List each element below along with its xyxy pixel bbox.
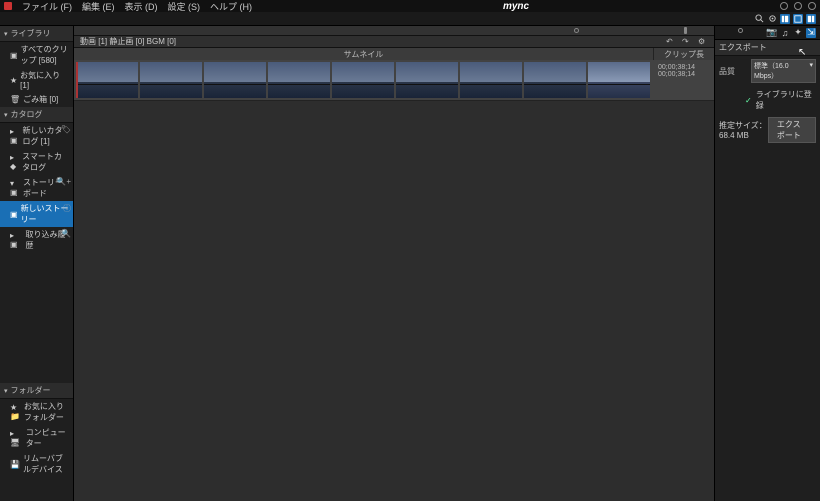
empty-area <box>74 101 714 501</box>
sidebar-trash[interactable]: 🗑ごみ箱 [0] <box>0 92 73 107</box>
quality-label: 品質 <box>719 66 747 77</box>
minimize-button[interactable] <box>780 2 788 10</box>
tag-icon[interactable]: 🏷 <box>61 125 71 134</box>
app-icon <box>4 2 12 10</box>
sidebar-storyboard[interactable]: ▾ ▣ストーリーボード🔍+ <box>0 175 73 201</box>
cliplen-column-header: クリップ長 <box>654 48 714 60</box>
redo-icon[interactable]: ↷ <box>682 37 692 47</box>
sidebar-folder-header[interactable]: フォルダー <box>0 383 73 399</box>
menu-edit[interactable]: 編集 (E) <box>82 0 115 13</box>
sidebar-new-catalog[interactable]: ▸ ▣新しいカタログ [1]🏷 <box>0 123 73 149</box>
menu-view[interactable]: 表示 (D) <box>125 0 158 13</box>
estimated-size: 推定サイズ：68.4 MB <box>719 120 768 140</box>
sidebar-smart-catalog[interactable]: ▸ ◆スマートカタログ <box>0 149 73 175</box>
sidebar-new-story[interactable]: ▣新しいストーリーⓘ <box>0 201 73 227</box>
menu-file[interactable]: ファイル (F) <box>22 0 72 13</box>
register-library-check[interactable]: ✓ <box>745 96 752 105</box>
export-button[interactable]: エクスポート <box>768 117 816 143</box>
right-panel: 📷 ♫ ✦ ⇲ エクスポート 品質 標準（16.0 Mbps）▾ ✓ ライブラリ… <box>714 26 820 501</box>
ruler-start-marker[interactable] <box>574 28 579 33</box>
clip-thumb[interactable] <box>460 62 522 98</box>
type-filter-row: 動画 [1] 静止画 [0] BGM [0] ↶ ↷ ⚙ <box>74 36 714 48</box>
camera-icon[interactable]: 📷 <box>767 28 777 38</box>
register-library-label: ライブラリに登録 <box>756 89 816 111</box>
sidebar-favorites[interactable]: ★お気に入り [1] <box>0 68 73 92</box>
search-icon[interactable]: 🔍 <box>61 229 71 238</box>
sidebar-computer[interactable]: ▸ 🖥コンピューター <box>0 425 73 451</box>
clip-thumb[interactable] <box>332 62 394 98</box>
export-tab-icon[interactable]: ⇲ <box>806 28 816 38</box>
menu-help[interactable]: ヘルプ (H) <box>210 0 252 13</box>
clip-thumb[interactable] <box>76 62 138 98</box>
info-icon[interactable]: ⓘ <box>63 203 71 214</box>
clip-thumb[interactable] <box>396 62 458 98</box>
clip-thumb[interactable] <box>140 62 202 98</box>
maximize-button[interactable] <box>794 2 802 10</box>
gear-icon[interactable]: ⚙ <box>698 37 708 47</box>
clip-type-counts: 動画 [1] 静止画 [0] BGM [0] <box>80 36 176 47</box>
undo-icon[interactable]: ↶ <box>666 37 676 47</box>
quality-combo[interactable]: 標準（16.0 Mbps）▾ <box>751 59 816 83</box>
clip-thumb[interactable] <box>204 62 266 98</box>
clip-thumb[interactable] <box>588 62 650 98</box>
sidebar-library-header[interactable]: ライブラリ <box>0 26 73 42</box>
chevron-down-icon: ▾ <box>809 61 813 81</box>
sidebar-catalog-header[interactable]: カタログ <box>0 107 73 123</box>
ruler-end-marker[interactable] <box>738 28 743 33</box>
view-mode-1[interactable] <box>780 14 790 24</box>
clip-thumb[interactable] <box>524 62 586 98</box>
clip-length-cell: 00;00;38;14 00;00;38;14 <box>654 60 714 100</box>
view-mode-3[interactable] <box>806 14 816 24</box>
sidebar-import-history[interactable]: ▸ ▣取り込み履歴🔍 <box>0 227 73 253</box>
close-button[interactable] <box>808 2 816 10</box>
fx-icon[interactable]: ✦ <box>793 28 803 38</box>
ruler-playhead[interactable] <box>684 27 687 34</box>
gear-icon[interactable] <box>767 14 777 24</box>
thumbnail-row[interactable]: 00;00;38;14 00;00;38;14 <box>74 60 714 101</box>
clip-thumb[interactable] <box>268 62 330 98</box>
view-mode-2[interactable] <box>793 14 803 24</box>
sidebar-fav-folder[interactable]: ★ 📁お気に入りフォルダー <box>0 399 73 425</box>
music-icon[interactable]: ♫ <box>780 28 790 38</box>
sidebar: ライブラリ ▣すべてのクリップ [580] ★お気に入り [1] 🗑ごみ箱 [0… <box>0 26 74 501</box>
main-toolbar <box>0 12 820 26</box>
search-icon[interactable] <box>754 14 764 24</box>
titlebar: ファイル (F) 編集 (E) 表示 (D) 設定 (S) ヘルプ (H) my… <box>0 0 820 12</box>
sidebar-all-clips[interactable]: ▣すべてのクリップ [580] <box>0 42 73 68</box>
timeline-ruler[interactable] <box>74 26 714 36</box>
app-title: mync <box>252 1 780 12</box>
sidebar-removable[interactable]: 💾リムーバブルデバイス <box>0 451 73 477</box>
menu-settings[interactable]: 設定 (S) <box>168 0 201 13</box>
center-panel: 動画 [1] 静止画 [0] BGM [0] ↶ ↷ ⚙ サムネイル クリップ長 <box>74 26 714 501</box>
thumbnail-column-header: サムネイル <box>74 48 654 60</box>
export-header: エクスポート <box>715 40 820 56</box>
search-icon[interactable]: 🔍+ <box>56 177 71 186</box>
